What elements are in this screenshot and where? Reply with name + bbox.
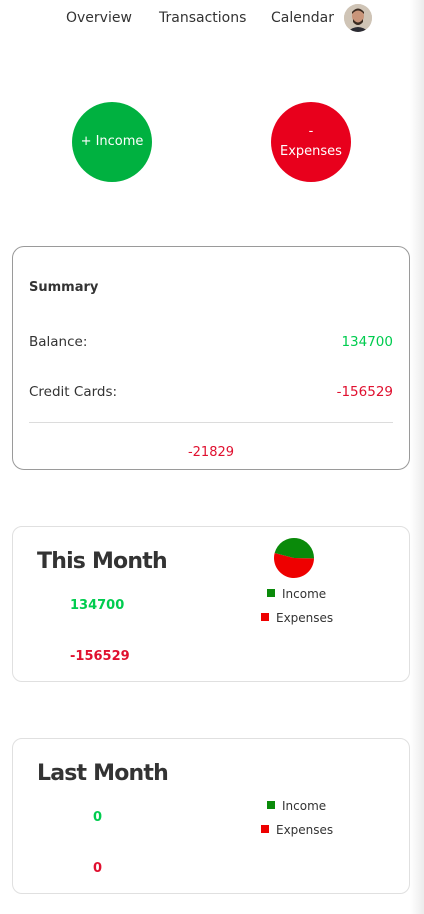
this-month-legend-expenses: Expenses [261,611,333,625]
add-expense-label: Expenses [280,144,342,159]
credit-cards-label: Credit Cards: [29,384,118,400]
summary-divider [29,422,393,423]
scrollbar-track [410,0,424,914]
last-month-card: Last Month 0 0 Income Expenses [12,738,410,894]
last-month-legend-income: Income [267,799,326,813]
legend-swatch-expenses [261,613,269,621]
last-month-income: 0 [93,810,103,825]
nav-transactions[interactable]: Transactions [159,10,246,26]
legend-swatch-income [267,589,275,597]
last-month-title: Last Month [37,761,169,786]
this-month-expenses: -156529 [70,649,130,664]
this-month-pie-chart [274,538,314,578]
nav-overview[interactable]: Overview [66,10,132,26]
top-nav: Overview Transactions Calendar [0,0,424,36]
add-income-button[interactable]: + Income [72,102,152,182]
last-month-expenses: 0 [93,861,103,876]
this-month-income: 134700 [70,598,125,613]
this-month-card: This Month 134700 -156529 Income Expense… [12,526,410,682]
this-month-legend-income: Income [267,587,326,601]
summary-card: Summary Balance: 134700 Credit Cards: -1… [12,246,410,470]
user-avatar[interactable] [344,4,372,32]
legend-swatch-income [267,801,275,809]
summary-total: -21829 [187,445,235,460]
add-expense-label-dash: - [308,123,314,139]
balance-label: Balance: [29,334,88,350]
balance-value: 134700 [341,334,393,350]
credit-cards-value: -156529 [336,384,393,400]
legend-swatch-expenses [261,825,269,833]
add-expense-button[interactable]: - Expenses [271,102,351,182]
add-income-label: + Income [80,133,144,149]
nav-calendar[interactable]: Calendar [271,10,334,26]
last-month-legend-expenses: Expenses [261,823,333,837]
this-month-title: This Month [37,549,168,574]
avatar-image [344,4,372,32]
